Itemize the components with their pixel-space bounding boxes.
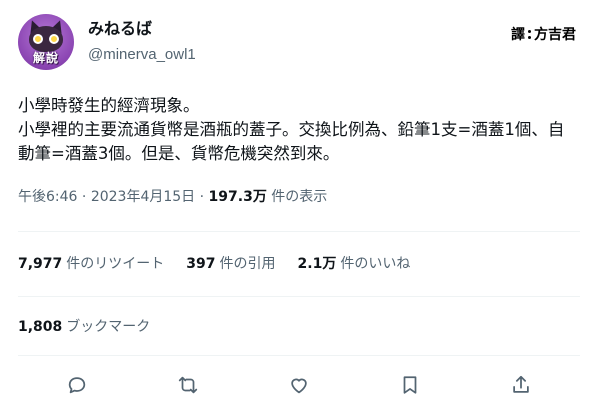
views-count: 197.3万 [208, 189, 267, 205]
meta-separator: · [199, 189, 205, 205]
reply-button[interactable] [64, 372, 90, 398]
tweet-header: 解說 みねるば @minerva_owl1 譯 方吉君 [18, 14, 580, 70]
quotes-stat[interactable]: 397 件の引用 [186, 254, 275, 274]
divider [18, 296, 580, 297]
like-icon [291, 378, 307, 394]
meta-separator: · [81, 189, 87, 205]
retweet-icon [178, 376, 198, 394]
avatar-eye-left [33, 34, 43, 44]
like-button[interactable] [286, 372, 312, 398]
engagement-stats: 7,977 件のリツイート 397 件の引用 2.1万 件のいいね [18, 254, 410, 274]
bookmark-button[interactable] [397, 372, 423, 398]
likes-label: 件のいいね [340, 256, 411, 272]
action-bar [18, 370, 580, 400]
quotes-count: 397 [186, 256, 216, 272]
likes-count: 2.1万 [297, 256, 337, 272]
likes-stat[interactable]: 2.1万 件のいいね [298, 254, 411, 274]
retweets-label: 件のリツイート [66, 256, 165, 272]
tweet-time[interactable]: 午後6:46 [18, 189, 77, 205]
tweet-text: 小學時發生的經濟現象。 小學裡的主要流通貨幣是酒瓶的蓋子。交換比例為、鉛筆1支=… [18, 96, 565, 163]
translator-credit: 譯 方吉君 [511, 24, 576, 44]
avatar-label: 解說 [32, 51, 59, 65]
share-button[interactable] [508, 372, 534, 398]
divider [18, 231, 580, 232]
reply-icon [68, 377, 86, 394]
divider [18, 355, 580, 356]
retweets-stat[interactable]: 7,977 件のリツイート [18, 254, 164, 274]
retweet-button[interactable] [175, 372, 201, 398]
translator-name: 方吉君 [534, 27, 576, 43]
display-name[interactable]: みねるば [88, 20, 196, 40]
colon-mark [527, 29, 532, 40]
avatar-eye-right [49, 34, 59, 44]
translator-prefix: 譯 [511, 27, 525, 43]
bookmark-icon [403, 376, 417, 394]
retweets-count: 7,977 [18, 256, 63, 272]
bookmarks-stat[interactable]: 1,808 ブックマーク [18, 317, 150, 337]
tweet-date[interactable]: 2023年4月15日 [91, 189, 195, 205]
share-icon [513, 375, 529, 393]
bookmarks-label: ブックマーク [66, 319, 151, 335]
avatar[interactable]: 解說 [18, 14, 74, 70]
bookmarks-count: 1,808 [18, 319, 63, 335]
author-names: みねるば @minerva_owl1 [88, 20, 196, 65]
quotes-label: 件の引用 [219, 256, 276, 272]
user-handle[interactable]: @minerva_owl1 [88, 45, 196, 65]
views-label: 件の表示 [271, 189, 328, 205]
tweet-meta: 午後6:46 · 2023年4月15日 · 197.3万 件の表示 [18, 187, 327, 207]
